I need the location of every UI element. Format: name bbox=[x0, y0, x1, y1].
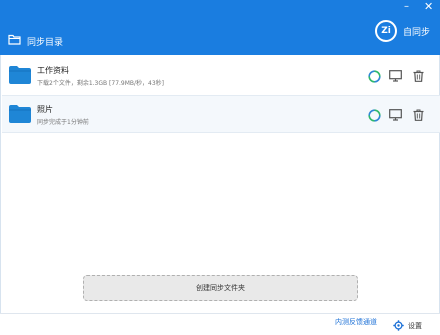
folder-name: 照片 bbox=[37, 105, 53, 114]
monitor-icon[interactable] bbox=[388, 69, 402, 83]
directory-title: 同步目录 bbox=[8, 33, 63, 49]
settings-label: 设置 bbox=[408, 321, 422, 330]
folder-icon bbox=[9, 104, 31, 127]
brand-name: 自同步 bbox=[403, 27, 431, 38]
trash-icon[interactable] bbox=[411, 108, 425, 122]
folder-status: 下载2个文件，剩余1.3GB [77.9MB/秒，43秒] bbox=[37, 80, 165, 87]
folder-row-photos[interactable]: 照片 同步完成于1分钟前 bbox=[2, 95, 440, 133]
settings-button[interactable]: 设置 bbox=[393, 316, 422, 335]
folder-status: 同步完成于1分钟前 bbox=[37, 119, 89, 126]
app-header: – ✕ 同步目录 Zi 自同步 bbox=[0, 0, 440, 55]
brand-logo-icon: Zi bbox=[375, 20, 397, 42]
sync-icon[interactable] bbox=[367, 108, 381, 122]
directory-title-text: 同步目录 bbox=[27, 37, 64, 48]
brand: Zi 自同步 bbox=[375, 20, 430, 42]
feedback-link[interactable]: 内测反馈通道 bbox=[335, 317, 377, 327]
gear-icon bbox=[393, 316, 404, 335]
sync-icon[interactable] bbox=[367, 69, 381, 83]
folder-row-work[interactable]: 工作资料 下载2个文件，剩余1.3GB [77.9MB/秒，43秒] bbox=[2, 57, 440, 95]
folder-name: 工作资料 bbox=[37, 66, 69, 75]
footer: 内测反馈通道 设置 bbox=[0, 313, 440, 331]
folder-icon bbox=[9, 65, 31, 88]
close-button[interactable]: ✕ bbox=[424, 1, 433, 13]
monitor-icon[interactable] bbox=[388, 108, 402, 122]
create-sync-folder-button[interactable]: 创建同步文件夹 bbox=[83, 275, 358, 301]
trash-icon[interactable] bbox=[411, 69, 425, 83]
minimize-button[interactable]: – bbox=[404, 1, 409, 13]
folder-outline-icon bbox=[8, 34, 27, 48]
